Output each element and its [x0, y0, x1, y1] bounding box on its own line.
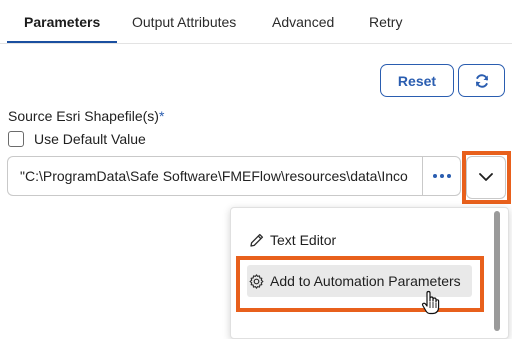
- tab-advanced[interactable]: Advanced: [272, 14, 334, 30]
- field-label-text: Source Esri Shapefile(s): [8, 108, 159, 124]
- tab-output-attributes[interactable]: Output Attributes: [132, 14, 236, 30]
- tab-divider: [0, 43, 512, 44]
- ellipsis-icon: [431, 174, 452, 178]
- refresh-button[interactable]: [458, 64, 505, 97]
- tab-bar: Parameters Output Attributes Advanced Re…: [0, 0, 512, 44]
- tab-parameters[interactable]: Parameters: [24, 14, 100, 30]
- pencil-icon: [248, 231, 266, 249]
- use-default-checkbox[interactable]: [8, 131, 24, 147]
- menu-item-label: Text Editor: [270, 232, 337, 248]
- chevron-down-icon: [479, 173, 493, 181]
- source-path-input[interactable]: "C:\ProgramData\Safe Software\FMEFlow\re…: [7, 156, 422, 196]
- options-dropdown-toggle[interactable]: [466, 156, 506, 199]
- tab-retry[interactable]: Retry: [369, 14, 402, 30]
- use-default-label: Use Default Value: [34, 131, 146, 147]
- menu-item-highlight-box: [236, 256, 484, 312]
- source-path-value: "C:\ProgramData\Safe Software\FMEFlow\re…: [20, 168, 408, 184]
- required-marker: *: [158, 108, 165, 124]
- refresh-icon: [475, 73, 488, 88]
- reset-button[interactable]: Reset: [380, 64, 454, 97]
- browse-button[interactable]: [422, 156, 461, 196]
- menu-scrollbar[interactable]: [494, 211, 500, 331]
- field-label: Source Esri Shapefile(s)*: [8, 108, 164, 124]
- hand-cursor-icon: [421, 290, 440, 315]
- menu-item-text-editor[interactable]: Text Editor: [248, 225, 336, 255]
